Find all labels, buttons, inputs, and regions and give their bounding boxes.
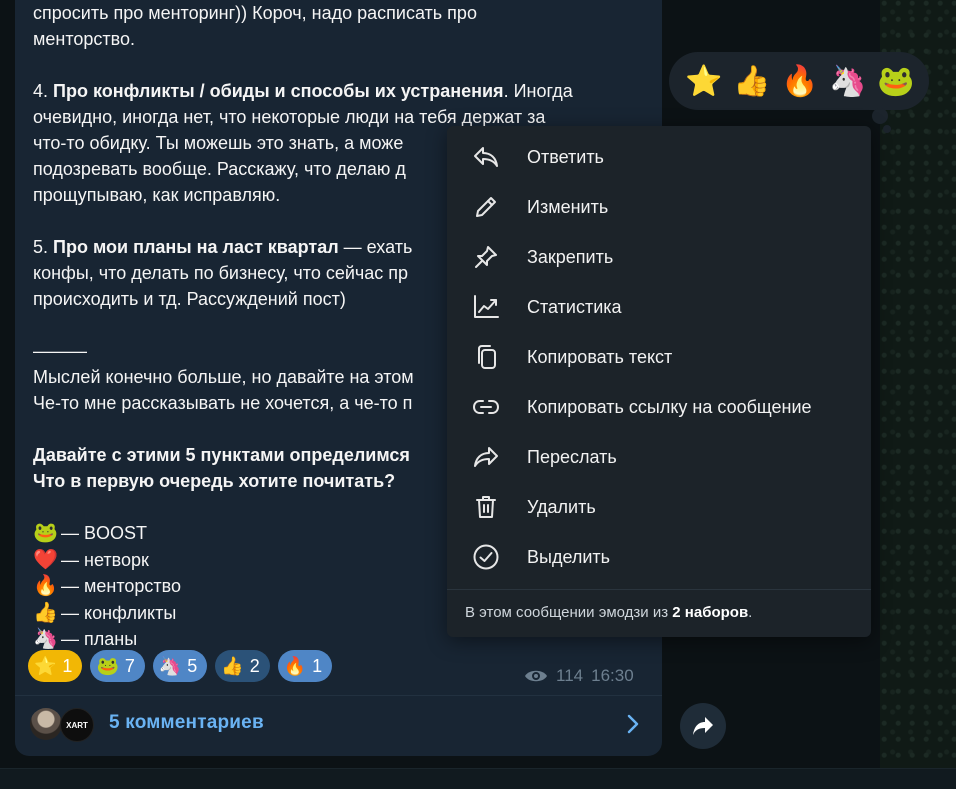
reaction-picker: ⭐ 👍 🔥 🦄 🐸 (669, 52, 929, 110)
unicorn-emoji-icon: 🦄 (33, 628, 58, 651)
menu-item-select[interactable]: Выделить (447, 532, 871, 582)
point-4-title: Про конфликты / обиды и способы их устра… (53, 81, 504, 101)
emoji-packs-info[interactable]: В этом сообщении эмодзи из 2 наборов. (465, 604, 752, 621)
fire-icon[interactable]: 🔥 (781, 64, 818, 99)
forward-icon (471, 442, 501, 472)
avatar (30, 708, 62, 740)
reaction-frog[interactable]: 🐸 7 (90, 650, 145, 682)
star-icon: ⭐ (34, 655, 57, 676)
thumbs-up-icon[interactable]: 👍 (733, 64, 770, 99)
thumbs-up-emoji-icon: 👍 (33, 601, 58, 624)
reply-icon (471, 142, 501, 172)
picker-tail (872, 108, 888, 124)
chat-background-pattern (880, 0, 956, 788)
menu-item-pin[interactable]: Закрепить (447, 232, 871, 282)
link-icon (471, 392, 501, 422)
copy-icon (471, 342, 501, 372)
message-meta: 114 16:30 (524, 666, 634, 686)
reactions-bar: ⭐ 1 🐸 7 🦄 5 👍 2 🔥 1 (28, 650, 333, 682)
pin-icon (471, 242, 501, 272)
avatar: XART (60, 708, 94, 742)
reaction-star[interactable]: ⭐ 1 (28, 650, 83, 682)
menu-item-reply[interactable]: Ответить (447, 132, 871, 182)
share-button[interactable] (680, 703, 726, 749)
pencil-icon (471, 192, 501, 222)
heart-emoji-icon: ❤️ (33, 548, 58, 571)
trash-icon (471, 492, 501, 522)
reaction-fire[interactable]: 🔥 1 (277, 650, 333, 682)
thumbs-up-icon: 👍 (221, 655, 244, 676)
comments-divider (15, 695, 662, 696)
stats-icon (471, 292, 501, 322)
fire-icon: 🔥 (283, 655, 307, 676)
point-5-title: Про мои планы на ласт квартал (53, 237, 339, 257)
eye-icon (525, 670, 547, 682)
comments-button[interactable]: XART 5 комментариев (30, 706, 650, 742)
check-circle-icon (471, 542, 501, 572)
fire-emoji-icon: 🔥 (33, 575, 58, 598)
frog-icon[interactable]: 🐸 (877, 64, 914, 99)
reaction-thumbs-up[interactable]: 👍 2 (215, 650, 270, 682)
menu-item-delete[interactable]: Удалить (447, 482, 871, 532)
picker-tail (883, 125, 891, 133)
frog-emoji-icon: 🐸 (33, 522, 58, 545)
unicorn-icon: 🦄 (158, 655, 182, 676)
menu-item-edit[interactable]: Изменить (447, 182, 871, 232)
message-line: 4. Про конфликты / обиды и способы их ус… (33, 81, 573, 101)
view-count: 114 (556, 666, 584, 685)
context-menu: Ответить Изменить Закрепить Статистика К… (447, 126, 871, 637)
unicorn-icon[interactable]: 🦄 (829, 64, 866, 99)
message-time: 16:30 (591, 666, 634, 685)
reaction-unicorn[interactable]: 🦄 5 (152, 650, 208, 682)
menu-separator (447, 589, 871, 590)
menu-item-forward[interactable]: Переслать (447, 432, 871, 482)
message-line: спросить про менторинг)) Короч, надо рас… (33, 3, 477, 23)
frog-icon: 🐸 (96, 655, 119, 676)
chevron-right-icon (627, 714, 639, 734)
comments-label: 5 комментариев (109, 712, 264, 733)
share-arrow-icon (693, 717, 713, 735)
menu-item-copy-link[interactable]: Копировать ссылку на сообщение (447, 382, 871, 432)
star-icon[interactable]: ⭐ (685, 64, 722, 99)
chat-bottom-strip (0, 768, 956, 789)
menu-item-copy-text[interactable]: Копировать текст (447, 332, 871, 382)
menu-item-statistics[interactable]: Статистика (447, 282, 871, 332)
message-line: менторство. (33, 29, 136, 49)
